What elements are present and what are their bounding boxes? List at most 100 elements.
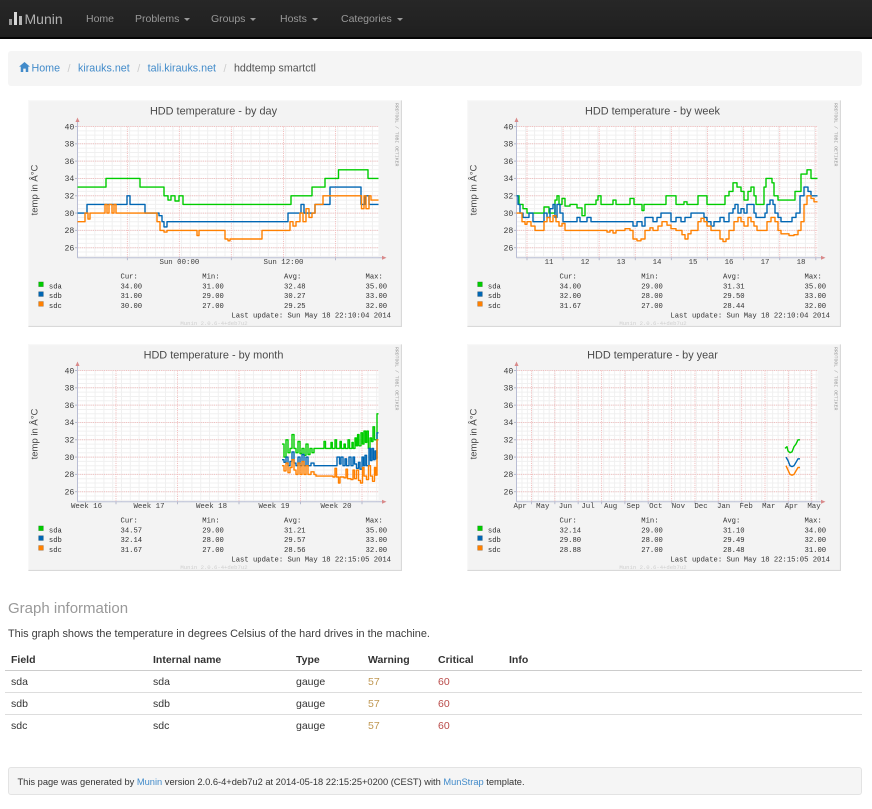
svg-text:31.00: 31.00 [121, 293, 143, 301]
svg-text:temp in Â°C: temp in Â°C [30, 164, 41, 215]
svg-text:33.00: 33.00 [366, 293, 388, 301]
svg-text:Feb: Feb [740, 503, 753, 511]
svg-text:28.88: 28.88 [560, 547, 582, 555]
svg-text:Week 20: Week 20 [320, 503, 351, 511]
svg-text:Avg:: Avg: [723, 517, 740, 525]
svg-text:36: 36 [64, 402, 74, 411]
svg-text:32.00: 32.00 [366, 303, 388, 311]
svg-text:34.57: 34.57 [121, 527, 143, 535]
svg-text:Week 16: Week 16 [71, 503, 102, 511]
svg-text:Aug: Aug [604, 503, 617, 511]
svg-text:26: 26 [64, 245, 74, 254]
svg-text:36: 36 [64, 158, 74, 167]
svg-text:sda: sda [488, 283, 502, 291]
svg-text:40: 40 [503, 367, 513, 376]
svg-text:Munin 2.0.6-4+deb7u2: Munin 2.0.6-4+deb7u2 [180, 564, 247, 571]
svg-text:May: May [536, 503, 550, 511]
svg-text:HDD temperature - by month: HDD temperature - by month [144, 350, 284, 362]
svg-text:Apr: Apr [785, 503, 798, 511]
svg-text:temp in Â°C: temp in Â°C [30, 408, 41, 459]
svg-text:30: 30 [503, 454, 513, 463]
svg-text:Min:: Min: [641, 273, 658, 281]
svg-text:sdc: sdc [49, 547, 62, 555]
svg-text:34.00: 34.00 [560, 283, 582, 291]
svg-text:34: 34 [503, 175, 513, 184]
svg-text:Max:: Max: [366, 517, 383, 525]
svg-text:31.67: 31.67 [560, 303, 582, 311]
svg-text:RRDTOOL / TOBI OETIKER: RRDTOOL / TOBI OETIKER [394, 103, 400, 166]
svg-text:sdc: sdc [488, 547, 501, 555]
svg-text:40: 40 [503, 123, 513, 132]
svg-text:Jul: Jul [581, 503, 595, 511]
svg-text:27.00: 27.00 [641, 303, 663, 311]
svg-text:Min:: Min: [202, 273, 219, 281]
svg-text:Cur:: Cur: [560, 517, 577, 525]
svg-text:29.00: 29.00 [202, 527, 224, 535]
svg-text:RRDTOOL / TOBI OETIKER: RRDTOOL / TOBI OETIKER [833, 347, 839, 410]
svg-text:26: 26 [503, 245, 513, 254]
svg-text:May: May [807, 503, 821, 511]
svg-text:27.00: 27.00 [202, 547, 224, 555]
svg-text:Max:: Max: [805, 273, 822, 281]
svg-text:34.00: 34.00 [121, 283, 143, 291]
svg-text:28.00: 28.00 [641, 293, 663, 301]
svg-text:sda: sda [49, 527, 63, 535]
svg-text:31.31: 31.31 [723, 283, 745, 291]
svg-text:11: 11 [545, 259, 554, 267]
svg-text:27.00: 27.00 [641, 547, 663, 555]
svg-text:32.00: 32.00 [805, 537, 827, 545]
svg-text:Nov: Nov [672, 503, 686, 511]
svg-text:Last update: Sun May 18 22:15:: Last update: Sun May 18 22:15:05 2014 [231, 557, 391, 565]
svg-text:29.57: 29.57 [284, 537, 306, 545]
svg-text:Cur:: Cur: [121, 273, 138, 281]
svg-text:38: 38 [503, 141, 513, 150]
svg-text:temp in Â°C: temp in Â°C [469, 408, 480, 459]
svg-text:Avg:: Avg: [284, 273, 301, 281]
svg-text:31.00: 31.00 [202, 283, 224, 291]
svg-text:Avg:: Avg: [723, 273, 740, 281]
svg-text:Cur:: Cur: [121, 517, 138, 525]
svg-text:28.44: 28.44 [723, 303, 745, 311]
svg-text:14: 14 [653, 259, 662, 267]
svg-text:temp in Â°C: temp in Â°C [469, 164, 480, 215]
svg-text:Munin 2.0.6-4+deb7u2: Munin 2.0.6-4+deb7u2 [180, 320, 247, 327]
svg-text:29.00: 29.00 [202, 293, 224, 301]
svg-text:HDD temperature - by year: HDD temperature - by year [587, 350, 718, 362]
svg-text:35.00: 35.00 [805, 283, 827, 291]
svg-text:HDD temperature - by week: HDD temperature - by week [585, 106, 721, 118]
svg-text:28: 28 [503, 227, 513, 236]
svg-text:16: 16 [725, 259, 734, 267]
svg-text:RRDTOOL / TOBI OETIKER: RRDTOOL / TOBI OETIKER [394, 347, 400, 410]
svg-text:HDD temperature - by day: HDD temperature - by day [150, 106, 278, 118]
svg-text:28.00: 28.00 [641, 537, 663, 545]
svg-text:32.00: 32.00 [560, 293, 582, 301]
svg-text:Max:: Max: [805, 517, 822, 525]
svg-text:sda: sda [488, 527, 502, 535]
svg-text:sdb: sdb [488, 293, 501, 301]
svg-text:33.00: 33.00 [366, 537, 388, 545]
svg-text:Sun 12:00: Sun 12:00 [264, 259, 304, 267]
svg-text:32: 32 [503, 437, 513, 446]
svg-text:34: 34 [64, 175, 74, 184]
svg-text:Avg:: Avg: [284, 517, 301, 525]
svg-text:28: 28 [64, 227, 74, 236]
svg-text:27.00: 27.00 [202, 303, 224, 311]
svg-text:29.50: 29.50 [723, 293, 745, 301]
svg-text:Munin 2.0.6-4+deb7u2: Munin 2.0.6-4+deb7u2 [619, 320, 686, 327]
svg-text:33.00: 33.00 [805, 293, 827, 301]
svg-text:26: 26 [64, 489, 74, 498]
svg-text:Week 19: Week 19 [258, 503, 289, 511]
svg-text:Oct: Oct [649, 503, 662, 511]
svg-text:Munin 2.0.6-4+deb7u2: Munin 2.0.6-4+deb7u2 [619, 564, 686, 571]
svg-text:RRDTOOL / TOBI OETIKER: RRDTOOL / TOBI OETIKER [833, 103, 839, 166]
svg-text:34.00: 34.00 [805, 527, 827, 535]
svg-text:Min:: Min: [641, 517, 658, 525]
svg-text:32: 32 [64, 437, 74, 446]
svg-text:36: 36 [503, 158, 513, 167]
svg-text:Jun: Jun [559, 503, 572, 511]
svg-text:Dec: Dec [694, 503, 707, 511]
svg-text:sdb: sdb [49, 293, 62, 301]
svg-text:Min:: Min: [202, 517, 219, 525]
svg-text:30.00: 30.00 [121, 303, 143, 311]
svg-text:12: 12 [581, 259, 590, 267]
